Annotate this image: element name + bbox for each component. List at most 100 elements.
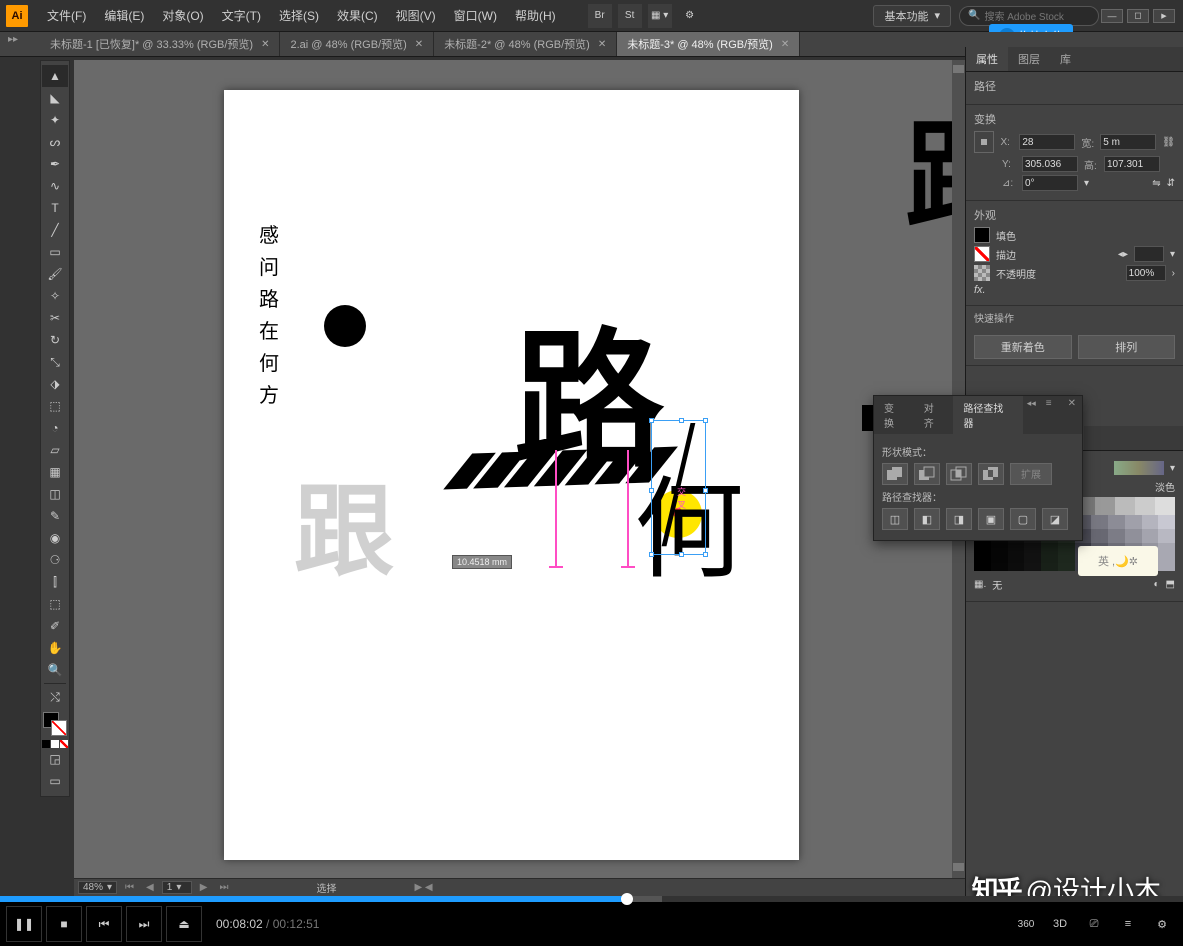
unite-icon[interactable]: [882, 463, 908, 485]
prev-artboard[interactable]: ◀: [142, 882, 158, 893]
pf-close-icon[interactable]: ✕: [1062, 396, 1082, 434]
magic-wand-tool[interactable]: ✦: [42, 109, 68, 131]
prev-button[interactable]: ⏮: [86, 906, 122, 942]
save-group-icon[interactable]: ⬒: [1166, 579, 1175, 590]
divide-icon[interactable]: ◫: [882, 508, 908, 530]
shape-builder-tool[interactable]: ◔: [42, 417, 68, 439]
zoom-tool[interactable]: 🔍: [42, 659, 68, 681]
zoom-dropdown[interactable]: 48%▾: [78, 881, 117, 894]
swatch-lib-icon[interactable]: ▦.: [974, 579, 986, 590]
pathfinder-panel[interactable]: 变换 对齐 路径查找器 ◂◂ ≡ ✕ 形状模式： 扩展 路径查找器： ◫ ◧ ◨…: [873, 395, 1083, 541]
merge-icon[interactable]: ◨: [946, 508, 972, 530]
stroke-swatch[interactable]: [974, 246, 990, 262]
menu-object[interactable]: 对象(O): [153, 7, 212, 24]
panel-tab-libraries[interactable]: 库: [1050, 47, 1081, 71]
lasso-tool[interactable]: ᔕ: [42, 131, 68, 153]
3d-button[interactable]: 3D: [1045, 911, 1075, 937]
close-icon[interactable]: ✕: [415, 39, 423, 50]
quality-button[interactable]: 360: [1011, 911, 1041, 937]
menu-window[interactable]: 窗口(W): [445, 7, 506, 24]
pf-tab-pathfinder[interactable]: 路径查找器: [953, 396, 1022, 434]
panel-tab-layers[interactable]: 图层: [1008, 47, 1050, 71]
playlist-button[interactable]: ≡: [1113, 911, 1143, 937]
eject-button[interactable]: ⏏: [166, 906, 202, 942]
perspective-tool[interactable]: ▱: [42, 439, 68, 461]
minus-back-icon[interactable]: ◪: [1042, 508, 1068, 530]
pf-collapse-icon[interactable]: ◂◂: [1023, 396, 1040, 434]
draw-mode[interactable]: ◲: [42, 748, 68, 770]
menu-edit[interactable]: 编辑(E): [95, 7, 153, 24]
transform-h[interactable]: [1104, 156, 1160, 172]
panel-tab-properties[interactable]: 属性: [966, 47, 1008, 71]
anchor-ref-icon[interactable]: [974, 131, 994, 153]
transform-w[interactable]: [1100, 134, 1156, 150]
fill-stroke-indicator[interactable]: [43, 712, 67, 736]
free-transform-tool[interactable]: ⬚: [42, 395, 68, 417]
doc-tab-1[interactable]: 未标题-1 [已恢复]* @ 33.33% (RGB/预览)✕: [40, 32, 280, 56]
stock-icon[interactable]: St: [618, 4, 642, 28]
harmony-strip[interactable]: [1114, 461, 1164, 475]
fill-swatch[interactable]: [974, 227, 990, 243]
recolor-button[interactable]: 重新着色: [974, 335, 1072, 359]
menu-view[interactable]: 视图(V): [387, 7, 445, 24]
toggle-fill-stroke[interactable]: ⤭: [42, 686, 68, 708]
window-close[interactable]: ▶: [1153, 9, 1175, 23]
width-tool[interactable]: ⬗: [42, 373, 68, 395]
gradient-tool[interactable]: ◫: [42, 483, 68, 505]
outline-icon[interactable]: ▢: [1010, 508, 1036, 530]
next-artboard[interactable]: ▶: [196, 882, 212, 893]
scale-tool[interactable]: ⤡: [42, 351, 68, 373]
artboard-tool[interactable]: ⬚: [42, 593, 68, 615]
direct-selection-tool[interactable]: ◣: [42, 87, 68, 109]
close-icon[interactable]: ✕: [781, 39, 789, 50]
crop-icon[interactable]: ▣: [978, 508, 1004, 530]
window-minimize[interactable]: —: [1101, 9, 1123, 23]
flip-h-icon[interactable]: ⇋: [1152, 178, 1160, 189]
ime-indicator[interactable]: 英 ,🌙✲: [1078, 546, 1158, 576]
minus-front-icon[interactable]: [914, 463, 940, 485]
pf-tab-align[interactable]: 对齐: [914, 396, 954, 434]
progress-handle[interactable]: [621, 893, 633, 905]
gpu-icon[interactable]: ⚙: [678, 4, 702, 28]
slice-tool[interactable]: ✐: [42, 615, 68, 637]
transform-angle[interactable]: [1022, 175, 1078, 191]
pause-button[interactable]: ❚❚: [6, 906, 42, 942]
pf-tab-transform[interactable]: 变换: [874, 396, 914, 434]
menu-select[interactable]: 选择(S): [270, 7, 328, 24]
workspace-switcher[interactable]: 基本功能▾: [873, 5, 951, 27]
mesh-tool[interactable]: ▦: [42, 461, 68, 483]
stop-button[interactable]: ■: [46, 906, 82, 942]
first-artboard[interactable]: ⏮: [121, 882, 138, 893]
artboard-num[interactable]: 1▾: [162, 881, 192, 894]
rotate-tool[interactable]: ↻: [42, 329, 68, 351]
screen-mode[interactable]: ▭: [42, 770, 68, 792]
line-tool[interactable]: ╱: [42, 219, 68, 241]
menu-help[interactable]: 帮助(H): [506, 7, 565, 24]
shaper-tool[interactable]: ✧: [42, 285, 68, 307]
hand-tool[interactable]: ✋: [42, 637, 68, 659]
window-maximize[interactable]: ◻: [1127, 9, 1149, 23]
pf-menu-icon[interactable]: ≡: [1040, 396, 1058, 434]
doc-tab-3[interactable]: 未标题-2* @ 48% (RGB/预览)✕: [434, 32, 617, 56]
stroke-weight-stepper[interactable]: ◂▸: [1118, 249, 1128, 260]
exclude-icon[interactable]: [978, 463, 1004, 485]
type-tool[interactable]: T: [42, 197, 68, 219]
doc-tab-2[interactable]: 2.ai @ 48% (RGB/预览)✕: [280, 32, 434, 56]
doc-tab-4[interactable]: 未标题-3* @ 48% (RGB/预览)✕: [617, 32, 800, 56]
pen-tool[interactable]: ✒: [42, 153, 68, 175]
arrange-button[interactable]: 排列: [1078, 335, 1176, 359]
edit-color-icon[interactable]: ◐: [1154, 579, 1160, 590]
canvas[interactable]: 感 问 路 在 何 方 路 跟 何 交叉 路 方 在 何: [74, 60, 965, 896]
rectangle-tool[interactable]: ▭: [42, 241, 68, 263]
eyedropper-tool[interactable]: ✎: [42, 505, 68, 527]
transform-x[interactable]: [1019, 134, 1075, 150]
close-icon[interactable]: ✕: [598, 39, 606, 50]
subtitle-button[interactable]: ⎚: [1079, 911, 1109, 937]
settings-button[interactable]: ⚙: [1147, 911, 1177, 937]
menu-file[interactable]: 文件(F): [38, 7, 95, 24]
blend-tool[interactable]: ◉: [42, 527, 68, 549]
expand-button[interactable]: 扩展: [1010, 463, 1052, 485]
toolbar-toggle-icon[interactable]: ▸▸: [8, 34, 18, 45]
arrange-docs-icon[interactable]: ▦ ▾: [648, 4, 672, 28]
opacity-input[interactable]: [1126, 265, 1166, 281]
